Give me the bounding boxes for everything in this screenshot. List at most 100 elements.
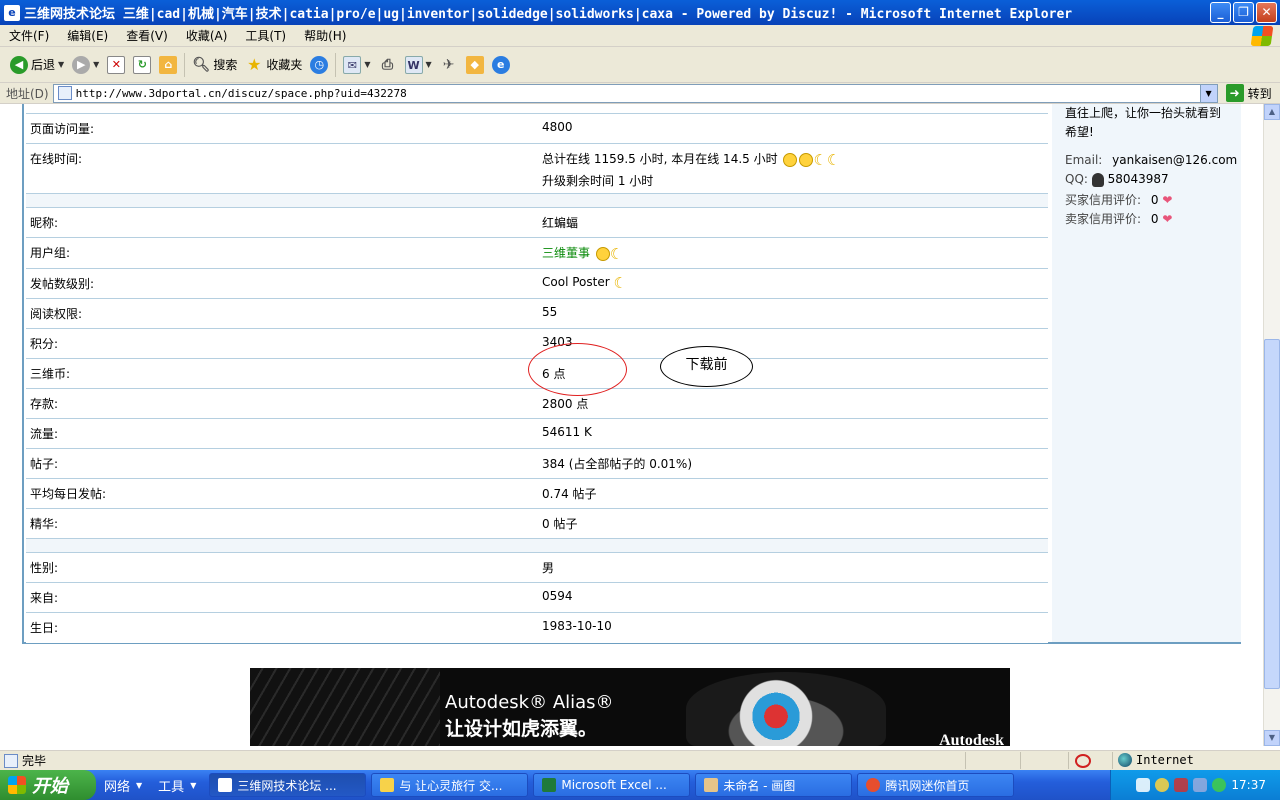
task-excel-label: Microsoft Excel ...: [561, 778, 667, 792]
user-group-label: 用户组:: [30, 246, 71, 260]
address-input[interactable]: http://www.3dportal.cn/discuz/space.php?…: [52, 83, 1218, 103]
page-icon: [57, 86, 72, 100]
restore-button[interactable]: ❐: [1233, 2, 1254, 23]
qq-penguin-icon[interactable]: [1091, 172, 1104, 187]
gender-label: 性别:: [30, 561, 59, 575]
windows-logo-icon: [1250, 26, 1274, 46]
minimize-button[interactable]: _: [1210, 2, 1231, 23]
network-tray-icon[interactable]: [1174, 778, 1189, 792]
task-excel[interactable]: Microsoft Excel ...: [533, 773, 691, 797]
mail-button[interactable]: ✉ ▼: [339, 50, 374, 80]
menu-bar: 文件(F) 编辑(E) 查看(V) 收藏(A) 工具(T) 帮助(H): [0, 25, 1280, 47]
forward-button[interactable]: ▶ ▼: [68, 50, 103, 80]
avg-posts-label: 平均每日发帖:: [30, 487, 107, 501]
menu-favorites[interactable]: 收藏(A): [177, 27, 237, 44]
menu-edit[interactable]: 编辑(E): [58, 27, 117, 44]
task-qq-home[interactable]: 腾讯网迷你首页: [857, 773, 1015, 797]
note-bubble: 下载前: [660, 346, 753, 387]
heart-icon: ❤: [1162, 212, 1173, 226]
menu-tools[interactable]: 工具(T): [236, 27, 295, 44]
security-zone[interactable]: Internet: [1118, 753, 1194, 767]
page-views-label: 页面访问量:: [30, 122, 95, 136]
buyer-credit-value: 0: [1150, 193, 1159, 207]
start-button[interactable]: 开始: [0, 770, 96, 800]
scroll-thumb[interactable]: [1264, 339, 1280, 689]
quick-toolbar-network[interactable]: 网络 ▼: [96, 776, 150, 795]
table-row: 页面访问量: 4800: [26, 114, 1048, 144]
favorites-label: 收藏夹: [266, 58, 303, 72]
autodesk-logo: Autodesk: [939, 732, 1004, 746]
quick-toolbar-tools[interactable]: 工具 ▼: [150, 776, 204, 795]
back-button[interactable]: ◀ 后退 ▼: [6, 50, 68, 80]
online-time-label: 在线时间:: [30, 152, 83, 166]
history-button[interactable]: ◷: [306, 50, 332, 80]
refresh-button[interactable]: ↻: [129, 50, 155, 80]
ie-extra-button[interactable]: e: [488, 50, 514, 80]
address-bar: 地址(D) http://www.3dportal.cn/discuz/spac…: [0, 83, 1280, 104]
task-paint[interactable]: 未命名 - 画图: [695, 773, 853, 797]
menu-view[interactable]: 查看(V): [117, 27, 177, 44]
table-row: 来自: 0594: [26, 583, 1048, 613]
motto-line1: 直往上爬，让你一抬头就看到: [1065, 106, 1222, 120]
credits-label: 积分:: [30, 337, 59, 351]
search-icon: 🔍︎: [192, 56, 211, 73]
status-bar: 完毕 Internet: [0, 750, 1280, 770]
task-paint-label: 未命名 - 画图: [723, 778, 796, 793]
qq-tray-icon[interactable]: [1155, 778, 1170, 792]
print-button[interactable]: ⎙: [375, 50, 401, 80]
globe-icon: [1118, 753, 1132, 767]
status-pane-divider: [1068, 752, 1069, 769]
gender-value: 男: [542, 561, 555, 575]
address-url[interactable]: http://www.3dportal.cn/discuz/space.php?…: [76, 87, 407, 100]
search-button[interactable]: 🔍︎ 搜索: [188, 50, 241, 80]
messenger-button[interactable]: ✈: [436, 50, 462, 80]
stop-icon: ✕: [107, 55, 126, 74]
edit-word-button[interactable]: W ▼: [401, 50, 436, 80]
moon-icon: ☾: [613, 273, 627, 292]
star-icon: ★: [247, 54, 262, 74]
stop-button[interactable]: ✕: [103, 50, 129, 80]
clock[interactable]: 17:37: [1231, 778, 1266, 792]
task-forum[interactable]: 三维网技术论坛 ...: [209, 773, 367, 797]
window-controls: _ ❐ ✕: [1210, 2, 1277, 23]
favorites-button[interactable]: ★ 收藏夹: [241, 50, 306, 80]
task-chat-label: 与 让心灵旅行 交...: [399, 778, 503, 793]
deposit-value: 2800 点: [542, 397, 589, 411]
digest-label: 精华:: [30, 517, 59, 531]
task-forum-label: 三维网技术论坛 ...: [237, 778, 337, 793]
birthday-value: 1983-10-10: [542, 619, 612, 633]
history-icon: ◷: [310, 55, 329, 74]
toolbar-separator: [184, 52, 186, 77]
plugin-button[interactable]: ◆: [462, 50, 488, 80]
buyer-credit-label: 买家信用评价:: [1065, 193, 1142, 207]
umbrella-tray-icon[interactable]: [1212, 778, 1227, 792]
address-dropdown-icon[interactable]: ▼: [1199, 84, 1217, 102]
page-viewport: 页面访问量: 4800 在线时间: 总计在线 1159.5 小时, 本月在线 1…: [0, 104, 1263, 746]
privacy-blocked-icon[interactable]: [1075, 754, 1091, 768]
ad-banner[interactable]: Autodesk® Alias® 让设计如虎添翼。 Autodesk: [250, 668, 1010, 746]
menu-help[interactable]: 帮助(H): [295, 27, 355, 44]
back-label: 后退: [31, 58, 56, 72]
home-button[interactable]: ⌂: [155, 50, 181, 80]
vertical-scrollbar[interactable]: ▲ ▼: [1263, 104, 1280, 746]
scroll-down-icon[interactable]: ▼: [1264, 730, 1280, 746]
location-label: 来自:: [30, 591, 59, 605]
forward-dropdown-icon[interactable]: ▼: [93, 60, 99, 69]
back-dropdown-icon[interactable]: ▼: [58, 60, 64, 69]
qq-number: 58043987: [1107, 172, 1169, 186]
keyboard-icon[interactable]: [1136, 778, 1151, 792]
posts-label: 帖子:: [30, 457, 59, 471]
digest-value: 0 帖子: [542, 517, 578, 531]
task-chat[interactable]: 与 让心灵旅行 交...: [371, 773, 529, 797]
scroll-up-icon[interactable]: ▲: [1264, 104, 1280, 120]
email-link[interactable]: yankaisen@126.com: [1112, 153, 1237, 167]
table-row: [26, 104, 1048, 114]
menu-file[interactable]: 文件(F): [0, 27, 58, 44]
close-button[interactable]: ✕: [1256, 2, 1277, 23]
qq-label: QQ:: [1065, 172, 1088, 186]
volume-tray-icon[interactable]: [1193, 778, 1208, 792]
go-button[interactable]: ➜ 转到: [1225, 84, 1272, 102]
edit-dropdown-icon[interactable]: ▼: [426, 60, 432, 69]
smiley-icon: [799, 152, 814, 167]
mail-dropdown-icon[interactable]: ▼: [364, 60, 370, 69]
